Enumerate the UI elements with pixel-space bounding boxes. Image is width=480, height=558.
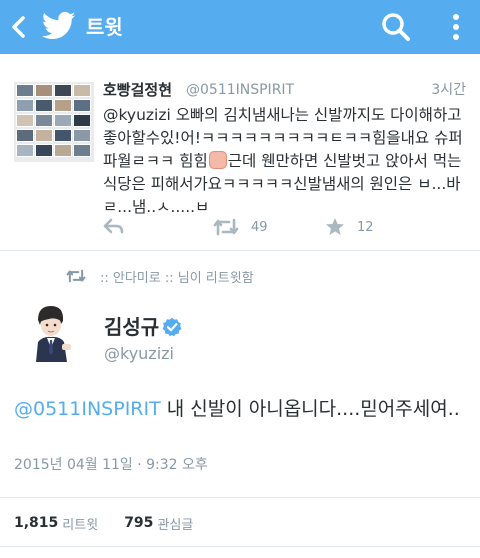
retweets-count[interactable]: 1,815 [14, 515, 58, 531]
tweet-actions: 49 12 [103, 214, 473, 240]
star-icon [326, 218, 344, 235]
more-vertical-icon[interactable] [446, 10, 466, 44]
twitter-bird-icon[interactable] [42, 11, 76, 41]
tweet-author-handle[interactable]: @kyuzizi [104, 343, 174, 365]
retweet-context[interactable]: :: 안다미로 :: 님이 리트윗함 [66, 266, 254, 286]
verified-badge-icon [162, 317, 182, 337]
favorite-count: 12 [357, 219, 374, 235]
search-icon[interactable] [380, 11, 412, 43]
tweet-time: 3시간 [431, 82, 466, 98]
favorites-label[interactable]: 관심글 [157, 514, 193, 533]
retweets-label[interactable]: 리트윗 [62, 514, 98, 533]
tweet-mention[interactable]: @0511INSPIRIT [14, 398, 161, 420]
tweet-author-name[interactable]: 호빵걸정현 [103, 80, 172, 100]
top-app-bar: 트윗 [0, 0, 480, 54]
tweet-timestamp: 2015년 04월 11일 · 9:32 오후 [14, 457, 208, 473]
page-title: 트윗 [86, 15, 123, 39]
tweet-author-name[interactable]: 김성규 [104, 314, 159, 340]
divider [0, 250, 480, 251]
divider [0, 497, 480, 498]
raised-fist-emoji-icon [208, 151, 227, 169]
chevron-left-icon[interactable] [8, 14, 30, 40]
tweet-author-handle[interactable]: @0511INSPIRIT [186, 80, 294, 100]
tweet-text-body: 내 신발이 아니옵니다....믿어주세여.. [160, 398, 460, 420]
retweet-count: 49 [251, 219, 268, 235]
favorites-count[interactable]: 795 [124, 515, 153, 531]
tweet-text: @0511INSPIRIT 내 신발이 아니옵니다....믿어주세여.. [14, 393, 470, 425]
tweet-text: @kyuzizi 오빠의 김치냄새나는 신발까지도 다이해하고 좋아할수있!어!… [103, 104, 475, 219]
profile-avatar[interactable] [18, 300, 82, 364]
tweet-stats: 1,815 리트윗 795 관심글 [14, 512, 193, 534]
reply-icon [103, 218, 124, 234]
divider [0, 546, 480, 547]
profile-avatar[interactable] [14, 82, 94, 162]
retweet-icon [213, 218, 239, 236]
favorite-button[interactable]: 12 [325, 214, 374, 240]
reply-button[interactable] [103, 214, 125, 240]
retweet-context-text: :: 안다미로 :: 님이 리트윗함 [100, 270, 254, 286]
retweet-icon [66, 269, 86, 283]
tweet-mention[interactable]: @kyuzizi [103, 106, 171, 124]
retweet-button[interactable]: 49 [213, 214, 268, 240]
